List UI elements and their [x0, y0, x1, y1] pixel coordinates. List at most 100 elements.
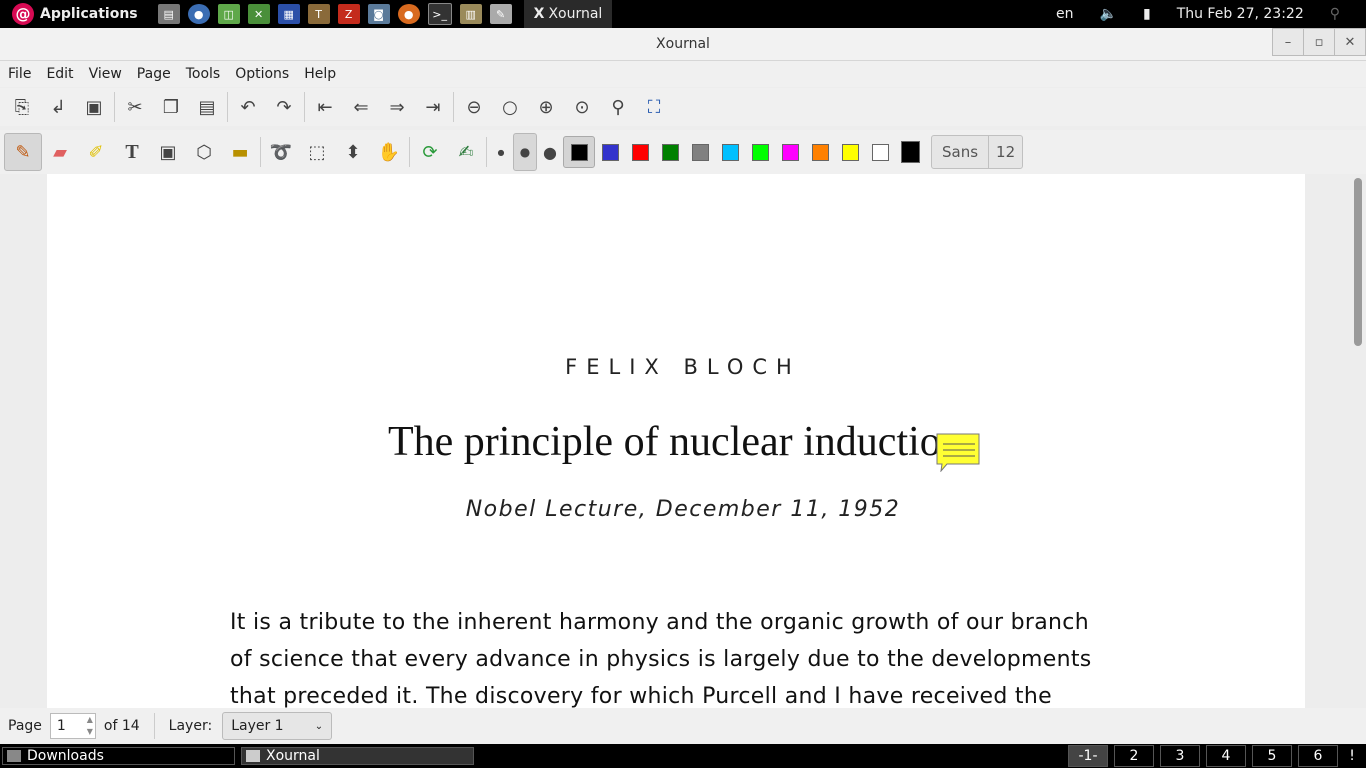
maximize-button[interactable]: ▫	[1303, 28, 1335, 56]
clock[interactable]: Thu Feb 27, 23:22	[1177, 6, 1304, 22]
menu-help[interactable]: Help	[304, 66, 336, 82]
top-panel: @ Applications ▤ ● ◫ ✕ ▦ T Z ◙ ● >_ ▥ ✎ …	[0, 0, 1366, 28]
color-orange-swatch[interactable]	[805, 137, 835, 167]
pen-icon[interactable]: ✎	[4, 133, 42, 171]
rect-select-icon[interactable]: ⬚	[299, 134, 335, 170]
default-tool-icon[interactable]: ⟳	[412, 134, 448, 170]
zoom-out-icon[interactable]: ⊖	[456, 89, 492, 125]
archive-icon[interactable]: ▥	[459, 4, 482, 24]
undo-icon[interactable]: ↶	[230, 89, 266, 125]
redo-icon[interactable]: ↷	[266, 89, 302, 125]
thickness-fine-icon[interactable]: ●	[489, 134, 513, 170]
firefox-icon[interactable]: ●	[397, 4, 420, 24]
window-title: Xournal	[656, 36, 710, 52]
filezilla-icon[interactable]: Z	[337, 4, 360, 24]
document-title: The principle of nuclear inductio	[388, 419, 941, 465]
workspace-2[interactable]: 2	[1114, 745, 1154, 767]
last-page-icon[interactable]: ⇥	[415, 89, 451, 125]
color-gray-swatch[interactable]	[685, 137, 715, 167]
color-chooser-button[interactable]	[895, 137, 925, 167]
color-white-swatch[interactable]	[865, 137, 895, 167]
notification-indicator[interactable]: !	[1338, 748, 1366, 764]
text-tool-icon[interactable]: T	[114, 134, 150, 170]
color-red-swatch[interactable]	[625, 137, 655, 167]
next-page-icon[interactable]: ⇒	[379, 89, 415, 125]
workspace-5[interactable]: 5	[1252, 745, 1292, 767]
menu-tools[interactable]: Tools	[186, 66, 221, 82]
battery-icon[interactable]: ▮	[1143, 6, 1151, 22]
image-tool-icon[interactable]: ▣	[150, 134, 186, 170]
menu-options[interactable]: Options	[235, 66, 289, 82]
previous-page-icon[interactable]: ⇐	[343, 89, 379, 125]
body-text-line: It is a tribute to the inherent harmony …	[230, 610, 1089, 635]
applications-menu[interactable]: @ Applications	[0, 0, 138, 28]
color-lightgreen-swatch[interactable]	[745, 137, 775, 167]
layer-select[interactable]: Layer 1 ⌄	[222, 712, 333, 740]
color-chip	[841, 143, 859, 161]
task-downloads[interactable]: Downloads	[2, 747, 235, 765]
minimize-button[interactable]: –	[1272, 28, 1304, 56]
highlighter-icon[interactable]: ✐	[78, 134, 114, 170]
first-page-icon[interactable]: ⇤	[307, 89, 343, 125]
default-pen-icon[interactable]: ✍	[448, 134, 484, 170]
sticky-note-icon[interactable]	[935, 432, 981, 472]
keyboard-layout[interactable]: en	[1056, 6, 1074, 22]
new-icon[interactable]: ⎘	[4, 89, 40, 125]
font-button[interactable]: Sans 12	[931, 135, 1024, 169]
workspace-3[interactable]: 3	[1160, 745, 1200, 767]
zoom-custom-icon[interactable]: ⚲	[600, 89, 636, 125]
color-blue-swatch[interactable]	[595, 137, 625, 167]
copy-icon[interactable]: ❐	[153, 89, 189, 125]
calc-icon[interactable]: ▦	[277, 4, 300, 24]
xournal-icon[interactable]: ✎	[489, 4, 512, 24]
page-number-spinner[interactable]: 1 ▲ ▼	[49, 713, 96, 739]
color-black-swatch[interactable]	[563, 136, 595, 168]
fullscreen-icon[interactable]: ⛶	[636, 89, 672, 125]
workspace-6[interactable]: 6	[1298, 745, 1338, 767]
task-xournal[interactable]: Xournal	[241, 747, 474, 765]
tools-toolbar: ✎ ▰ ✐ T ▣ ⬡ ▬ ➰ ⬚ ⬍ ✋ ⟳ ✍ ● ● ● Sans 12	[0, 130, 1366, 174]
vertical-scrollbar[interactable]	[1354, 178, 1362, 346]
files-icon[interactable]: ▤	[157, 4, 180, 24]
chromium-icon[interactable]: ●	[187, 4, 210, 24]
shape-recognizer-icon[interactable]: ⬡	[186, 134, 222, 170]
tex-icon[interactable]: T	[307, 4, 330, 24]
open-icon[interactable]: ↲	[40, 89, 76, 125]
zoom-normal-icon[interactable]: ○	[492, 89, 528, 125]
menu-edit[interactable]: Edit	[46, 66, 73, 82]
thickness-thick-icon[interactable]: ●	[537, 134, 563, 170]
menu-view[interactable]: View	[89, 66, 122, 82]
thickness-medium-icon[interactable]: ●	[513, 133, 537, 171]
screenshot-icon[interactable]: ◙	[367, 4, 390, 24]
ruler-icon[interactable]: ▬	[222, 134, 258, 170]
zoom-in-icon[interactable]: ⊕	[528, 89, 564, 125]
color-yellow-swatch[interactable]	[835, 137, 865, 167]
applications-label: Applications	[40, 6, 138, 22]
spreadsheet-icon[interactable]: ◫	[217, 4, 240, 24]
color-magenta-swatch[interactable]	[775, 137, 805, 167]
paste-icon[interactable]: ▤	[189, 89, 225, 125]
eraser-icon[interactable]: ▰	[42, 134, 78, 170]
workspace-4[interactable]: 4	[1206, 745, 1246, 767]
close-button[interactable]: ✕	[1334, 28, 1366, 56]
folder-icon	[7, 750, 21, 762]
search-icon[interactable]: ⚲	[1330, 6, 1340, 22]
menu-file[interactable]: File	[8, 66, 31, 82]
active-task-xournal[interactable]: X Xournal	[523, 0, 613, 28]
spinner-arrows-icon[interactable]: ▲ ▼	[87, 714, 93, 738]
vertical-space-icon[interactable]: ⬍	[335, 134, 371, 170]
task-label: Downloads	[27, 748, 104, 764]
volume-icon[interactable]: 🔈	[1100, 6, 1117, 22]
save-icon[interactable]: ▣	[76, 89, 112, 125]
workspace-1[interactable]: -1-	[1068, 745, 1108, 767]
menu-page[interactable]: Page	[137, 66, 171, 82]
zoom-page-width-icon[interactable]: ⊙	[564, 89, 600, 125]
canvas-area[interactable]: FELIX BLOCH The principle of nuclear ind…	[0, 174, 1366, 708]
hand-tool-icon[interactable]: ✋	[371, 134, 407, 170]
terminal-icon[interactable]: >_	[427, 3, 452, 25]
color-green-swatch[interactable]	[655, 137, 685, 167]
settings-icon[interactable]: ✕	[247, 4, 270, 24]
lasso-select-icon[interactable]: ➰	[263, 134, 299, 170]
cut-icon[interactable]: ✂	[117, 89, 153, 125]
color-lightblue-swatch[interactable]	[715, 137, 745, 167]
